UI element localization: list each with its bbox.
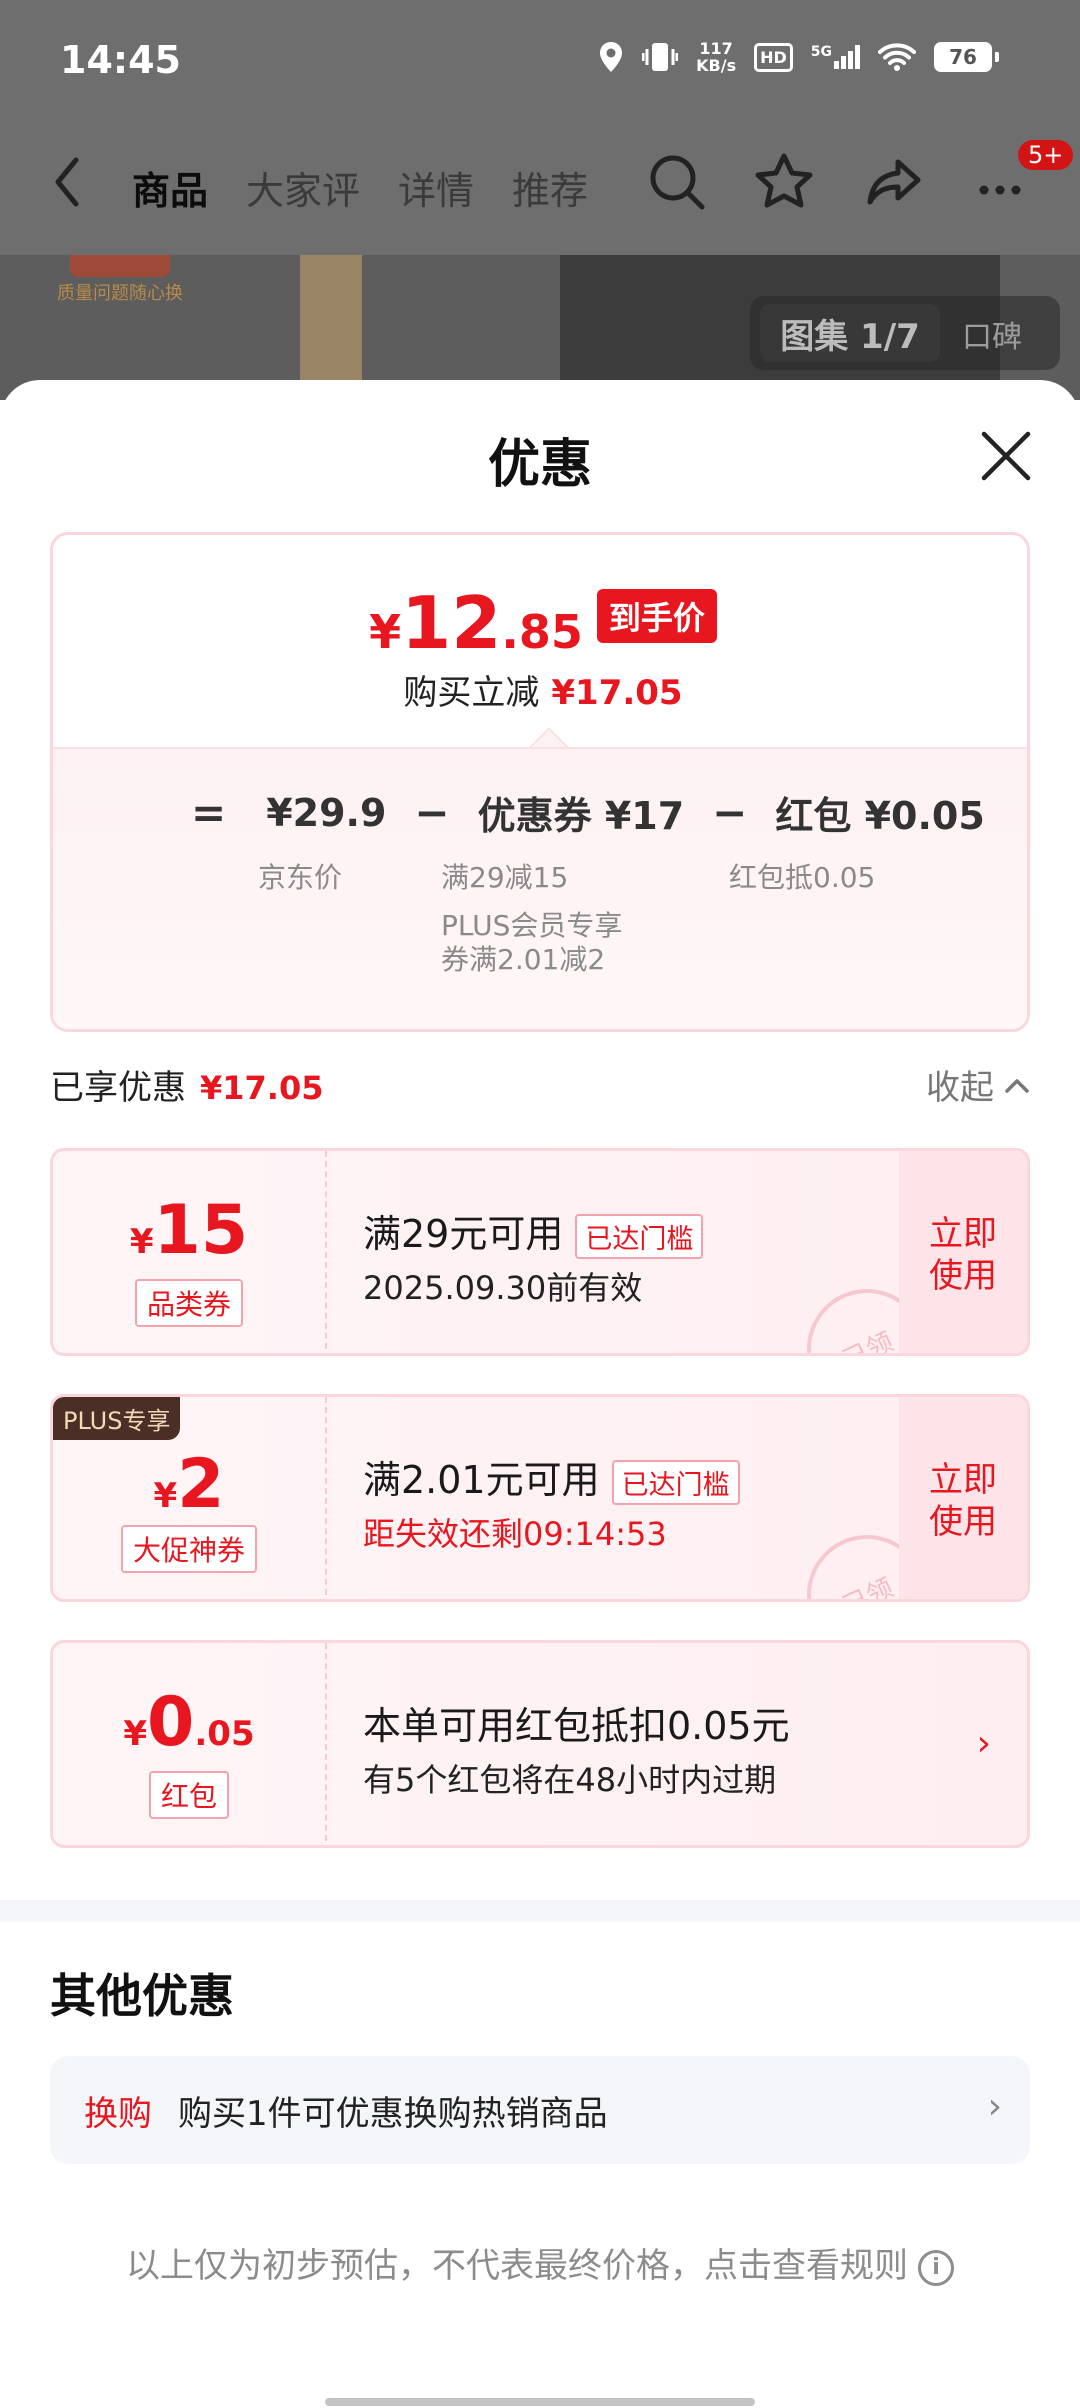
coupon-condition: 满2.01元可用 已达门槛 [363, 1449, 740, 1505]
chevron-right-icon: › [976, 1723, 991, 1764]
guarantee-badge: 质量问题随心换 [40, 255, 200, 305]
gallery-switch[interactable]: 图集 1/7 口碑 [750, 296, 1060, 370]
coupon-card: ¥15 品类券 满29元可用 已达门槛 2025.09.30前有效 已领 立即使用 [50, 1148, 1030, 1356]
home-indicator[interactable] [325, 2398, 755, 2406]
coupon-divider [325, 1643, 327, 1845]
use-now-button[interactable]: 立即使用 [899, 1397, 1027, 1599]
coupon-divider [325, 1151, 327, 1353]
product-nav-bar: 商品 大家评 详情 推荐 5+ [0, 130, 1080, 240]
redpacket-type: 红包 [148, 1771, 229, 1819]
coupon-validity: 2025.09.30前有效 [363, 1269, 643, 1307]
final-price: ¥12.85 [369, 581, 583, 665]
coupon-value: ¥2 大促神券 [53, 1397, 325, 1599]
exchange-tag: 换购 [84, 2094, 152, 2134]
location-icon [600, 42, 623, 72]
info-icon: i [918, 2249, 954, 2286]
instant-reduction: 购买立减 ¥17.05 [403, 673, 683, 713]
background-product-page: 质量问题随心换 14:45 117 KB/s HD 5G 76 商品 大家评 详情… [0, 0, 1080, 400]
tab-details[interactable]: 详情 [398, 160, 474, 215]
status-bar: 14:45 117 KB/s HD 5G 76 [0, 0, 1080, 120]
gallery-button[interactable]: 图集 1/7 [760, 304, 940, 362]
coupon-type: 大促神券 [120, 1525, 257, 1573]
close-icon[interactable] [978, 428, 1034, 484]
jd-price: ¥29.9 [266, 790, 387, 835]
tab-recommend[interactable]: 推荐 [512, 160, 588, 215]
star-icon[interactable] [752, 150, 816, 214]
exchange-purchase-row[interactable]: 换购 购买1件可优惠换购热销商品 › [50, 2056, 1030, 2164]
redpacket-value: ¥0.05 红包 [53, 1643, 325, 1845]
chevron-right-icon: › [987, 2086, 1002, 2127]
back-icon[interactable] [48, 152, 88, 212]
coupon-divider [325, 1397, 327, 1599]
enjoyed-amount: ¥17.05 [200, 1069, 324, 1107]
status-icons: 117 KB/s HD 5G 76 [598, 39, 999, 75]
coupon-total: 优惠券 ¥17 [477, 794, 685, 838]
reached-tag: 已达门槛 [611, 1460, 740, 1505]
sheet-title: 优惠 [487, 435, 592, 495]
wifi-icon [878, 43, 916, 71]
coupon-condition: 满29元可用 已达门槛 [363, 1203, 704, 1259]
price-formula: = ¥29.9 − 优惠券 ¥17 − 红包 ¥0.05 [191, 785, 985, 840]
chevron-up-icon [1005, 1078, 1029, 1093]
exchange-text: 购买1件可优惠换购热销商品 [178, 2094, 608, 2134]
redpacket-detail: 红包抵0.05 [729, 861, 876, 894]
coupon-value: ¥15 品类券 [53, 1151, 325, 1353]
coupon-detail-2: PLUS会员专享券满2.01减2 [441, 909, 623, 976]
disclaimer[interactable]: 以上仅为初步预估，不代表最终价格，点击查看规则 i [0, 2238, 1080, 2287]
price-summary-card: ¥12.85 到手价 购买立减 ¥17.05 = ¥29.9 − 优惠券 ¥17 … [50, 532, 1030, 1032]
tab-reviews[interactable]: 大家评 [246, 160, 360, 215]
signal-icon: 5G [811, 45, 860, 69]
coupon-detail-1: 满29减15 [441, 861, 569, 894]
coupon-type: 品类券 [134, 1279, 243, 1327]
battery-icon: 76 [934, 42, 999, 72]
status-time: 14:45 [60, 38, 181, 82]
enjoyed-discount-row: 已享优惠 ¥17.05 收起 [50, 1060, 1030, 1110]
search-icon[interactable] [645, 150, 709, 214]
jd-price-label: 京东价 [258, 861, 343, 894]
hd-icon: HD [754, 42, 793, 72]
coupon-card: PLUS专享 ¥2 大促神券 满2.01元可用 已达门槛 距失效还剩09:14:5… [50, 1394, 1030, 1602]
network-speed: 117 KB/s [696, 39, 737, 75]
coupon-countdown: 距失效还剩09:14:53 [363, 1515, 667, 1553]
other-discounts-title: 其他优惠 [50, 1969, 234, 2023]
redpacket-card[interactable]: ¥0.05 红包 本单可用红包抵扣0.05元 有5个红包将在48小时内过期 › [50, 1640, 1030, 1848]
tab-product[interactable]: 商品 [132, 160, 208, 215]
share-icon[interactable] [862, 150, 926, 214]
redpacket-condition: 本单可用红包抵扣0.05元 [363, 1704, 790, 1748]
section-divider [0, 1900, 1080, 1922]
reviews-button[interactable]: 口碑 [962, 312, 1022, 356]
price-breakdown: = ¥29.9 − 优惠券 ¥17 − 红包 ¥0.05 京东价 满29减15 … [53, 747, 1027, 1029]
more-badge: 5+ [1018, 140, 1074, 170]
use-now-button[interactable]: 立即使用 [899, 1151, 1027, 1353]
enjoyed-label: 已享优惠 [50, 1068, 186, 1108]
vibrate-icon [642, 43, 679, 71]
nav-tabs: 商品 大家评 详情 推荐 [132, 160, 588, 215]
discount-sheet: 优惠 ¥12.85 到手价 购买立减 ¥17.05 = ¥29.9 − 优惠券 ¥… [0, 380, 1080, 2408]
collapse-button[interactable]: 收起 [926, 1060, 1030, 1109]
reached-tag: 已达门槛 [575, 1214, 704, 1259]
final-price-tag: 到手价 [596, 589, 717, 643]
product-photo-handle [300, 255, 362, 400]
final-price-row: ¥12.85 到手价 [53, 581, 1027, 665]
redpacket-expiry: 有5个红包将在48小时内过期 [363, 1761, 777, 1799]
redpacket-total: 红包 ¥0.05 [775, 794, 985, 838]
